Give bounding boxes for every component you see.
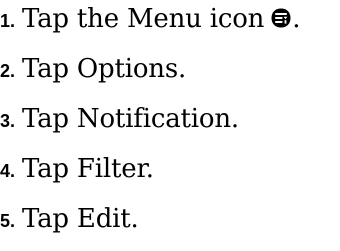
step-text: Tap Filter. [22,154,154,184]
step-number: 4. [0,161,16,181]
step-text: Tap Notification. [22,104,239,134]
menu-icon [270,7,292,29]
step-number: 2. [0,61,16,81]
step-text-period: . [292,4,301,34]
step-text: Tap Edit. [22,204,139,234]
step-2: 2. Tap Options. [0,54,186,94]
step-5: 5. Tap Edit. [0,204,139,244]
step-text: Tap Options. [22,54,187,84]
step-1: 1. Tap the Menu icon . [0,4,300,44]
step-number: 5. [0,211,16,231]
step-3: 3. Tap Notification. [0,104,239,144]
step-number: 1. [0,11,16,31]
step-4: 4. Tap Filter. [0,154,154,194]
step-text: Tap the Menu icon [22,4,265,34]
step-number: 3. [0,111,16,131]
